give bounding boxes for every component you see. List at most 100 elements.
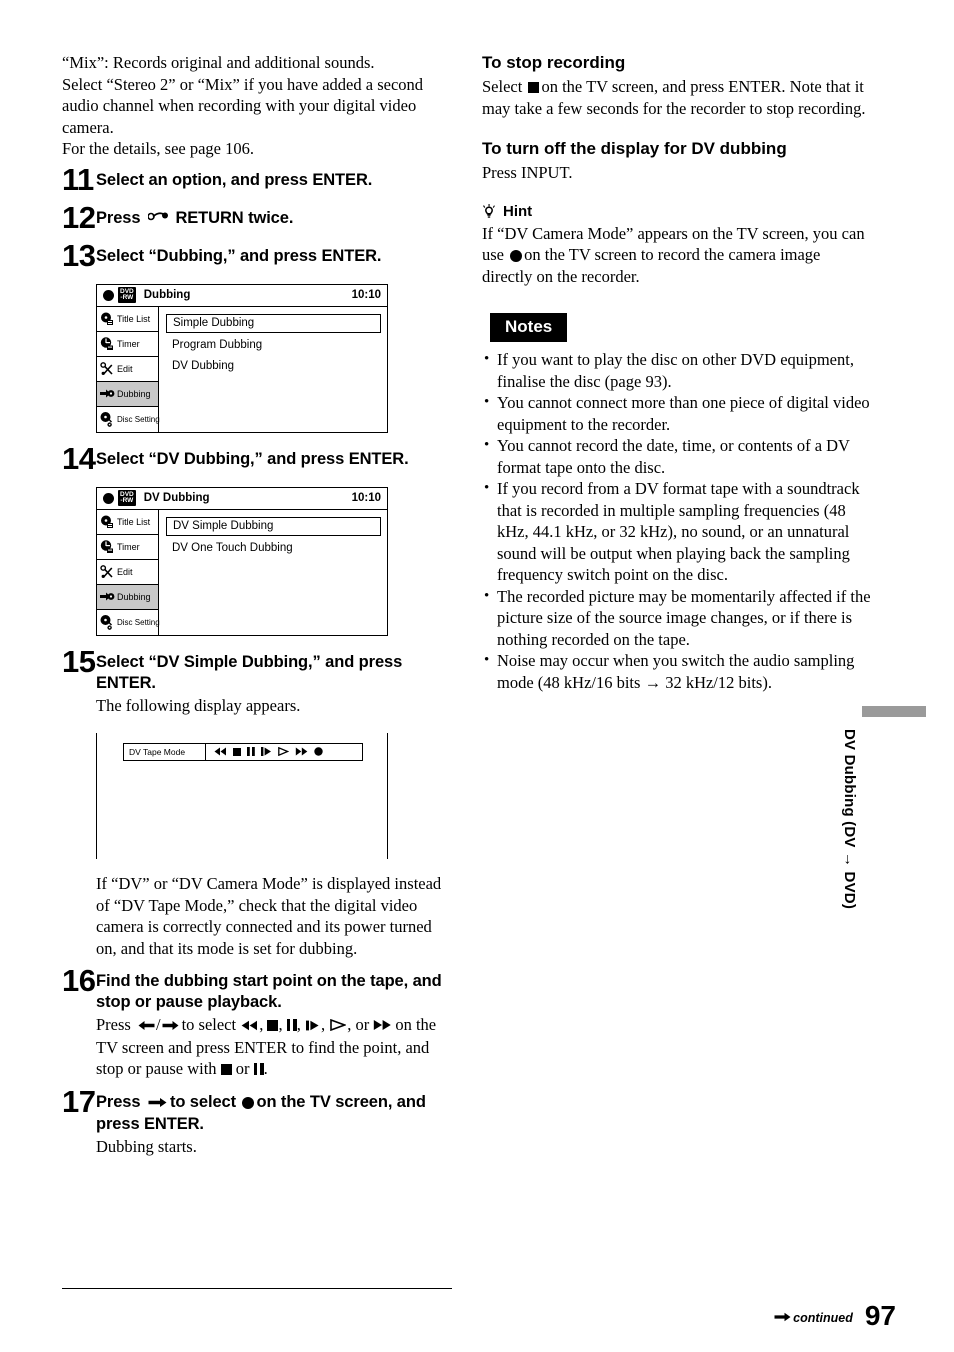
- section-divider: [62, 1288, 452, 1290]
- frame-advance-icon[interactable]: [261, 743, 272, 761]
- dubbing-icon: [99, 589, 115, 605]
- turn-off-display-text: Press INPUT.: [482, 163, 573, 182]
- step-17-title-p2: to select: [169, 1092, 236, 1111]
- title-list-icon: [99, 514, 115, 530]
- edit-scissors-icon: [99, 564, 115, 580]
- timer-icon: [99, 539, 115, 555]
- timer-icon: [99, 336, 115, 352]
- dv-tape-mode-bar: DV Tape Mode: [123, 743, 363, 761]
- step-17: 17 Press to select on the TV screen, and…: [62, 1086, 454, 1158]
- osd-option-dv-one-touch-dubbing[interactable]: DV One Touch Dubbing: [166, 540, 381, 557]
- side-tab-bar: [862, 706, 926, 717]
- sidebar-item-timer[interactable]: Timer: [97, 535, 158, 560]
- step-12-title: Press RETURN twice.: [96, 208, 454, 230]
- step-17-title-p3: on the TV screen, and press ENTER.: [96, 1092, 426, 1133]
- sidebar-item-dubbing[interactable]: Dubbing: [97, 381, 158, 407]
- play-icon: [330, 1015, 348, 1037]
- sidebar-item-disc-setting[interactable]: Disc Setting: [97, 407, 160, 432]
- sidebar-item-dubbing[interactable]: Dubbing: [97, 584, 158, 610]
- step-13-number: 13: [62, 237, 96, 273]
- sidebar-item-timer[interactable]: Timer: [97, 332, 158, 357]
- step-16-desc-p4: or: [235, 1059, 250, 1078]
- intro-line-1: “Mix”: Records original and additional s…: [62, 53, 375, 72]
- osd-option-dv-dubbing[interactable]: DV Dubbing: [166, 358, 381, 375]
- sidebar-item-title-list-label: Title List: [117, 516, 151, 527]
- lightbulb-icon: [482, 203, 496, 220]
- sidebar-item-timer-label: Timer: [117, 541, 140, 552]
- sidebar-item-dubbing-label: Dubbing: [117, 388, 151, 399]
- step-12-title-after: RETURN twice.: [175, 208, 294, 227]
- continued-marker: continued: [774, 1311, 853, 1330]
- osd-dv-dubbing-clock: 10:10: [351, 492, 381, 504]
- pause-icon: [253, 1059, 264, 1081]
- osd-dv-dubbing-title: DV Dubbing: [143, 492, 210, 504]
- right-arrow-icon: [162, 1015, 179, 1037]
- osd-option-program-dubbing[interactable]: Program Dubbing: [166, 337, 381, 354]
- manual-page: “Mix”: Records original and additional s…: [0, 0, 954, 1352]
- dv-tape-mode-label: DV Tape Mode: [124, 744, 206, 760]
- record-dot-icon: [103, 492, 114, 504]
- step-11-number: 11: [62, 161, 94, 197]
- step-14: 14 Select “DV Dubbing,” and press ENTER.: [62, 443, 454, 477]
- osd-dubbing-clock: 10:10: [351, 289, 381, 301]
- pause-icon[interactable]: [247, 743, 255, 761]
- rewind-icon[interactable]: [214, 743, 227, 761]
- edit-scissors-icon: [99, 361, 115, 377]
- sidebar-item-edit-label: Edit: [117, 566, 133, 577]
- osd-option-simple-dubbing[interactable]: Simple Dubbing: [166, 313, 381, 333]
- step-11-title: Select an option, and press ENTER.: [96, 170, 373, 189]
- note-item: The recorded picture may be momentarily …: [482, 586, 874, 651]
- stop-icon[interactable]: [233, 743, 241, 761]
- dubbing-icon: [99, 386, 115, 402]
- return-arrow-icon: [147, 209, 168, 230]
- sidebar-item-title-list[interactable]: Title List: [97, 307, 158, 332]
- step-12: 12 Press RETURN twice.: [62, 202, 454, 236]
- dvd-rw-badge-bottom: -RW: [120, 497, 134, 504]
- osd-dubbing-header: DVD -RW Dubbing 10:10: [97, 285, 387, 307]
- note-item: You cannot record the date, time, or con…: [482, 435, 874, 478]
- osd-dv-dubbing-sidebar: Title List Timer Edit Dubbing Disc Setti…: [97, 509, 160, 635]
- note-item: If you want to play the disc on other DV…: [482, 349, 874, 392]
- sidebar-item-disc-setting-label: Disc Setting: [117, 414, 160, 424]
- step-17-title: Press to select on the TV screen, and pr…: [96, 1092, 454, 1135]
- sidebar-item-title-list-label: Title List: [117, 313, 151, 324]
- heading-to-stop-recording: To stop recording: [482, 53, 626, 72]
- hint-heading-label: Hint: [503, 202, 533, 220]
- step-16-desc-p1: Press: [96, 1015, 131, 1034]
- notes-heading: Notes: [490, 313, 568, 342]
- dvd-rw-badge-bottom: -RW: [120, 294, 134, 301]
- step-16-number: 16: [62, 963, 96, 998]
- sidebar-item-disc-setting[interactable]: Disc Setting: [97, 610, 160, 635]
- left-arrow-icon: [138, 1015, 155, 1037]
- step-15-number: 15: [62, 643, 96, 679]
- hint-heading: Hint: [482, 202, 874, 222]
- title-list-icon: [99, 311, 115, 327]
- step-17-title-p1: Press: [96, 1092, 141, 1111]
- continued-label: continued: [793, 1311, 853, 1325]
- stop-recording-text-before: Select: [482, 77, 523, 96]
- sidebar-item-title-list[interactable]: Title List: [97, 510, 158, 535]
- step-17-description: Dubbing starts.: [96, 1136, 197, 1156]
- sidebar-item-edit[interactable]: Edit: [97, 560, 158, 585]
- note-item: Noise may occur when you switch the audi…: [482, 650, 874, 693]
- record-icon: [242, 1096, 255, 1109]
- step-16-description: Press / to select , , , , , or on the TV…: [96, 1014, 454, 1081]
- pause-icon: [286, 1015, 297, 1037]
- stop-icon: [528, 82, 540, 93]
- sidebar-item-edit[interactable]: Edit: [97, 357, 158, 382]
- step-16-desc-or: , or: [347, 1015, 370, 1034]
- record-icon[interactable]: [314, 743, 323, 761]
- side-tab: DV Dubbing (DV → DVD): [841, 706, 926, 909]
- heading-turn-off-display: To turn off the display for DV dubbing: [482, 139, 787, 158]
- sidebar-item-timer-label: Timer: [117, 338, 140, 349]
- step-12-title-before: Press: [96, 208, 141, 227]
- record-dot-icon: [103, 289, 114, 301]
- play-icon[interactable]: [278, 743, 290, 761]
- left-column: “Mix”: Records original and additional s…: [62, 52, 454, 1159]
- osd-option-dv-simple-dubbing[interactable]: DV Simple Dubbing: [166, 516, 381, 536]
- sidebar-item-dubbing-label: Dubbing: [117, 591, 151, 602]
- osd-dv-dubbing-header: DVD -RW DV Dubbing 10:10: [97, 488, 387, 510]
- fast-forward-icon[interactable]: [295, 743, 308, 761]
- frame-advance-icon: [305, 1015, 320, 1037]
- step-16-desc-p5: .: [263, 1059, 268, 1078]
